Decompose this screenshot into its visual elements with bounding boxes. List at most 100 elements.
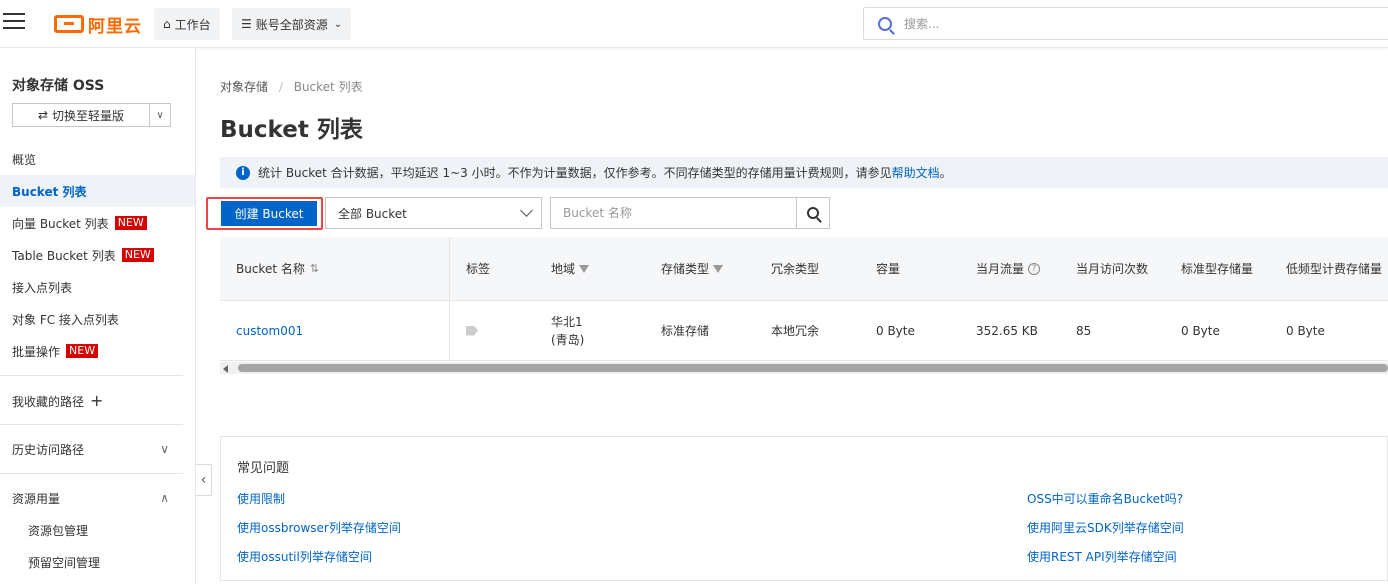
traffic-cell: 352.65 KB <box>976 301 1038 360</box>
faq-link-rename[interactable]: OSS中可以重命名Bucket吗? <box>1027 490 1183 507</box>
resources-dropdown[interactable]: ☰ 账号全部资源 ⌄ <box>232 8 352 40</box>
bucket-name-search[interactable] <box>550 197 830 229</box>
divider <box>0 424 183 425</box>
new-badge: NEW <box>114 216 147 230</box>
filter-icon[interactable] <box>579 264 590 273</box>
ia-storage-value: 0 Byte <box>1286 323 1325 338</box>
list-icon: ☰ <box>241 17 252 31</box>
logo-text: 阿里云 <box>88 16 142 37</box>
faq-link-sdk[interactable]: 使用阿里云SDK列举存储空间 <box>1027 519 1184 536</box>
faq-link-ossbrowser[interactable]: 使用ossbrowser列举存储空间 <box>237 519 401 536</box>
plus-icon[interactable]: + <box>90 393 103 409</box>
faq-link-rest-api[interactable]: 使用REST API列举存储空间 <box>1027 548 1177 565</box>
sidebar-item-batch-ops[interactable]: 批量操作 NEW <box>0 335 195 367</box>
breadcrumb: 对象存储 / Bucket 列表 <box>220 78 363 95</box>
visits-cell: 85 <box>1076 301 1091 360</box>
table-horizontal-scrollbar[interactable] <box>220 362 1388 374</box>
sidebar-item-bucket-list[interactable]: Bucket 列表 <box>0 175 195 207</box>
chevron-down-icon[interactable]: ∨ <box>150 104 170 126</box>
swap-icon: ⇄ <box>37 108 49 122</box>
header-monthly-visits: 当月访问次数 <box>1076 237 1148 300</box>
sidebar-item-table-bucket[interactable]: Table Bucket 列表 NEW <box>0 239 195 271</box>
new-badge: NEW <box>66 344 99 358</box>
header-redundancy: 冗余类型 <box>771 237 819 300</box>
switch-lite-button[interactable]: ⇄ 切换至轻量版 ∨ <box>12 103 171 127</box>
logo-mark-icon <box>54 15 84 33</box>
faq-link-limits[interactable]: 使用限制 <box>237 490 285 507</box>
bucket-filter-select[interactable]: 全部 Bucket <box>325 197 542 229</box>
notice-suffix: 。 <box>939 166 952 180</box>
header-label: 当月流量 <box>976 262 1025 276</box>
help-doc-link[interactable]: 帮助文档 <box>892 164 940 181</box>
sidebar-item-label: Table Bucket 列表 <box>12 248 116 263</box>
faq-panel: 常见问题 使用限制 使用ossbrowser列举存储空间 使用ossutil列举… <box>220 436 1388 581</box>
sidebar-item-label: 我收藏的路径 <box>12 394 85 409</box>
sidebar-item-label: Bucket 列表 <box>12 184 87 199</box>
traffic-value: 352.65 KB <box>976 323 1038 338</box>
breadcrumb-current: Bucket 列表 <box>293 80 363 94</box>
switch-lite-main[interactable]: ⇄ 切换至轻量版 <box>13 104 150 126</box>
scrollbar-thumb[interactable] <box>238 364 1388 372</box>
tag-icon[interactable] <box>466 325 478 336</box>
bucket-name-input[interactable] <box>551 198 796 228</box>
help-icon[interactable]: ? <box>1028 262 1041 275</box>
sidebar-item-label: 预留空间管理 <box>28 555 101 570</box>
scroll-left-icon[interactable] <box>223 365 228 373</box>
search-icon <box>807 207 819 219</box>
filter-icon[interactable] <box>713 264 724 273</box>
header-label: 低频型计费存储量 <box>1286 262 1383 276</box>
bucket-name[interactable]: custom001 <box>236 324 303 338</box>
divider <box>0 375 183 376</box>
header-bucket-name[interactable]: Bucket 名称 ⇅ <box>236 237 319 300</box>
sidebar-collapse-button[interactable]: ‹ <box>196 464 212 496</box>
visits-value: 85 <box>1076 323 1092 338</box>
sidebar-item-package-mgmt[interactable]: 资源包管理 <box>0 514 195 546</box>
breadcrumb-root[interactable]: 对象存储 <box>220 80 268 94</box>
sidebar-item-resource-usage[interactable]: 资源用量 ∧ <box>0 482 195 514</box>
sidebar-item-label: 对象 FC 接入点列表 <box>12 312 119 327</box>
page-title: Bucket 列表 <box>220 117 363 143</box>
workbench-label: 工作台 <box>174 17 211 32</box>
chevron-up-icon: ∧ <box>160 491 169 505</box>
sidebar: 对象存储 OSS ⇄ 切换至轻量版 ∨ 概览 Bucket 列表 向量 Buck… <box>0 48 196 584</box>
sidebar-item-history[interactable]: 历史访问路径 ∨ <box>0 433 195 465</box>
header-monthly-traffic: 当月流量 ? <box>976 237 1041 300</box>
header-label: 存储类型 <box>661 262 710 276</box>
bucket-search-button[interactable] <box>796 198 829 228</box>
aliyun-logo[interactable]: 阿里云 <box>54 12 142 37</box>
header-label: 当月访问次数 <box>1076 262 1149 276</box>
standard-storage-value: 0 Byte <box>1181 323 1220 338</box>
faq-link-ossutil[interactable]: 使用ossutil列举存储空间 <box>237 548 372 565</box>
sort-icon[interactable]: ⇅ <box>310 262 319 275</box>
header-label: Bucket 名称 <box>236 262 305 276</box>
bucket-name-link[interactable]: custom001 <box>236 301 303 360</box>
sidebar-item-reserved-space[interactable]: 预留空间管理 <box>0 546 195 578</box>
header-label: 标签 <box>466 262 491 276</box>
header-label: 地域 <box>551 262 576 276</box>
column-separator <box>449 301 450 360</box>
switch-lite-label: 切换至轻量版 <box>52 108 125 123</box>
sidebar-item-label: 概览 <box>12 152 37 167</box>
workbench-button[interactable]: ⌂ 工作台 <box>154 8 220 40</box>
column-separator <box>449 237 450 300</box>
chevron-down-icon: ⌄ <box>333 18 343 30</box>
create-bucket-button[interactable]: 创建 Bucket <box>221 201 317 226</box>
capacity-cell: 0 Byte <box>876 301 915 360</box>
sidebar-item-vector-bucket[interactable]: 向量 Bucket 列表 NEW <box>0 207 195 239</box>
menu-icon[interactable] <box>3 13 25 33</box>
header-tags: 标签 <box>466 237 490 300</box>
chevron-left-icon: ‹ <box>200 472 207 488</box>
tag-cell[interactable] <box>466 301 478 360</box>
sidebar-item-access-points[interactable]: 接入点列表 <box>0 271 195 303</box>
sidebar-item-fc-access-points[interactable]: 对象 FC 接入点列表 <box>0 303 195 335</box>
sidebar-item-overview[interactable]: 概览 <box>0 143 195 175</box>
sidebar-item-favorites[interactable]: 我收藏的路径 + <box>0 385 195 417</box>
header-ia-storage: 低频型计费存储量 <box>1286 237 1382 300</box>
global-search[interactable]: 搜索... <box>863 7 1388 40</box>
redundancy-value: 本地冗余 <box>771 324 820 338</box>
sidebar-item-label: 向量 Bucket 列表 <box>12 216 109 231</box>
bucket-filter-value: 全部 Bucket <box>338 206 407 221</box>
sidebar-item-label: 历史访问路径 <box>12 442 85 457</box>
sidebar-item-label: 资源用量 <box>12 491 61 506</box>
ia-storage-cell: 0 Byte <box>1286 301 1325 360</box>
